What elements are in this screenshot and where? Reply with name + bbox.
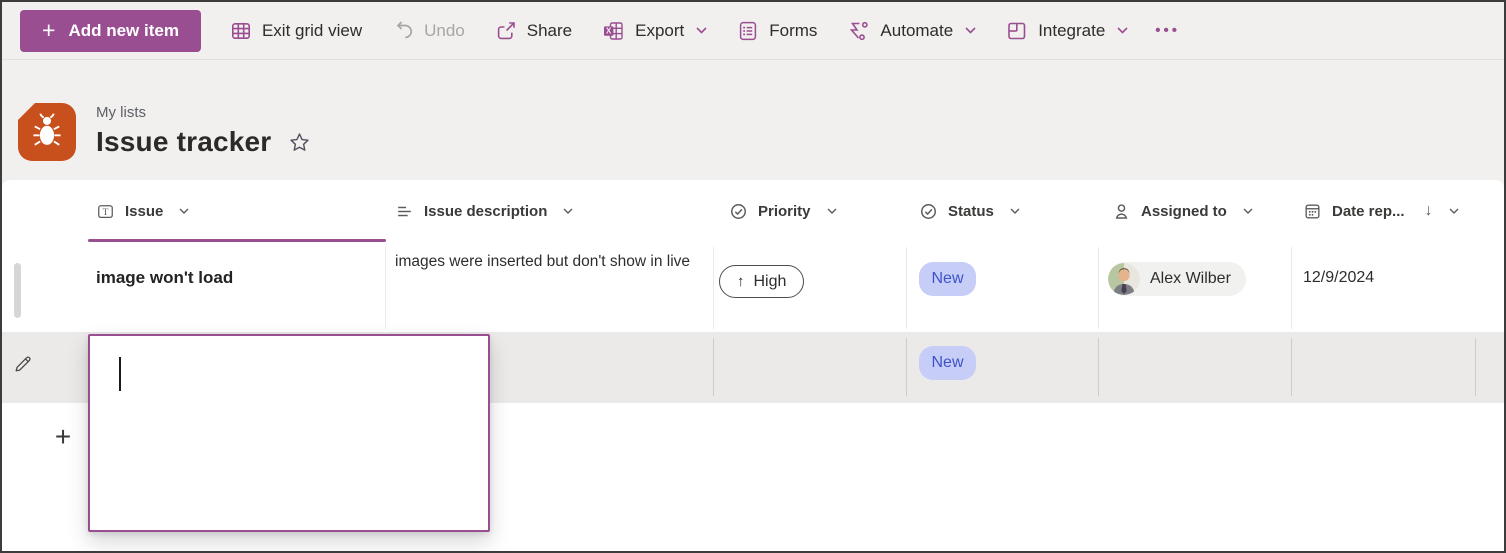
check-circle-icon — [919, 202, 938, 221]
arrow-up-icon: ↑ — [737, 273, 745, 290]
column-header-issue-description[interactable]: Issue description — [395, 180, 573, 242]
issue-tracker-list-icon — [17, 102, 76, 161]
add-new-item-button[interactable]: + Add new item — [20, 9, 201, 52]
column-header-assigned-to[interactable]: Assigned to — [1112, 180, 1253, 242]
assigned-to-name: Alex Wilber — [1150, 270, 1231, 287]
column-header-date-reported[interactable]: Date rep... ↓ — [1303, 180, 1459, 242]
sort-descending-icon: ↓ — [1424, 202, 1433, 219]
priority-cell[interactable]: ↑ High — [719, 265, 805, 298]
breadcrumb[interactable]: My lists — [96, 104, 311, 121]
cell-divider — [385, 247, 386, 329]
column-header-status[interactable]: Status — [919, 180, 1020, 242]
cell-divider — [1291, 338, 1292, 396]
add-row-button[interactable]: + — [46, 420, 80, 454]
status-badge[interactable]: New — [919, 346, 976, 380]
chevron-down-icon — [696, 27, 707, 34]
issue-description-cell[interactable]: images were inserted but don't show in l… — [395, 251, 697, 273]
single-line-text-icon: T — [96, 202, 115, 221]
plus-icon: + — [42, 17, 56, 43]
check-circle-icon — [729, 202, 748, 221]
list-header: My lists Issue tracker — [2, 60, 1504, 180]
column-label: Issue — [125, 202, 164, 220]
cell-divider — [906, 247, 907, 329]
export-label: Export — [635, 20, 685, 40]
command-bar: + Add new item Exit grid view Undo Share… — [2, 2, 1504, 60]
forms-label: Forms — [769, 20, 818, 40]
column-label: Assigned to — [1141, 202, 1227, 220]
list-title-block: My lists Issue tracker — [96, 104, 311, 158]
table-row: image won't load images were inserted bu… — [2, 242, 1504, 332]
grid-panel: T Issue Issue description Priority Statu… — [2, 180, 1504, 551]
automate-button[interactable]: Automate — [832, 2, 991, 59]
column-label: Date rep... — [1332, 202, 1405, 220]
export-button[interactable]: X Export — [587, 2, 722, 59]
share-icon — [495, 20, 517, 42]
more-commands-button[interactable]: ••• — [1143, 22, 1192, 39]
cell-divider — [713, 338, 714, 396]
date-reported-cell[interactable]: 12/9/2024 — [1303, 269, 1374, 287]
chevron-down-icon — [1117, 27, 1128, 34]
excel-export-icon: X — [602, 20, 625, 42]
cell-divider — [1291, 247, 1292, 329]
integrate-button[interactable]: Integrate — [991, 2, 1143, 59]
calendar-icon — [1303, 202, 1322, 221]
automate-label: Automate — [880, 20, 954, 40]
grid-icon — [230, 20, 252, 42]
share-button[interactable]: Share — [480, 2, 587, 59]
person-icon — [1112, 202, 1131, 221]
automate-flow-icon — [847, 20, 870, 42]
text-cursor — [119, 357, 121, 391]
chevron-down-icon[interactable] — [1449, 208, 1459, 214]
undo-label: Undo — [424, 20, 465, 40]
issue-cell[interactable]: image won't load — [96, 268, 233, 288]
chevron-down-icon[interactable] — [563, 208, 573, 214]
pencil-edit-icon — [13, 354, 33, 374]
cell-divider — [713, 247, 714, 329]
undo-icon — [392, 20, 414, 42]
chevron-down-icon — [965, 27, 976, 34]
priority-label: High — [753, 272, 787, 290]
column-label: Status — [948, 202, 994, 220]
exit-grid-view-button[interactable]: Exit grid view — [215, 2, 377, 59]
chevron-down-icon[interactable] — [179, 208, 189, 214]
column-label: Priority — [758, 202, 811, 220]
page-title: Issue tracker — [96, 126, 272, 157]
row-select-handle[interactable] — [14, 263, 21, 318]
multiline-text-icon — [395, 202, 414, 221]
column-header-priority[interactable]: Priority — [729, 180, 837, 242]
avatar — [1108, 263, 1140, 295]
issue-tracker-window: + Add new item Exit grid view Undo Share… — [0, 0, 1506, 553]
favorite-star-icon[interactable] — [288, 131, 311, 154]
cell-divider — [1098, 338, 1099, 396]
forms-button[interactable]: Forms — [722, 2, 832, 59]
undo-button[interactable]: Undo — [377, 2, 480, 59]
svg-text:T: T — [103, 207, 109, 217]
integrate-icon — [1006, 20, 1028, 42]
cell-divider — [906, 338, 907, 396]
forms-icon — [737, 20, 759, 42]
cell-divider — [1098, 247, 1099, 329]
column-label: Issue description — [424, 202, 548, 220]
chevron-down-icon[interactable] — [827, 208, 837, 214]
exit-grid-view-label: Exit grid view — [261, 20, 363, 40]
integrate-label: Integrate — [1038, 20, 1106, 40]
cell-divider — [1475, 338, 1476, 396]
add-new-item-label: Add new item — [68, 20, 179, 40]
issue-cell-editor[interactable] — [88, 334, 490, 532]
status-badge[interactable]: New — [919, 262, 976, 296]
chevron-down-icon[interactable] — [1010, 208, 1020, 214]
assigned-to-cell[interactable]: Alex Wilber — [1108, 262, 1246, 296]
share-label: Share — [526, 20, 573, 40]
chevron-down-icon[interactable] — [1243, 208, 1253, 214]
column-header-issue[interactable]: T Issue — [96, 180, 189, 242]
svg-text:X: X — [606, 26, 612, 35]
